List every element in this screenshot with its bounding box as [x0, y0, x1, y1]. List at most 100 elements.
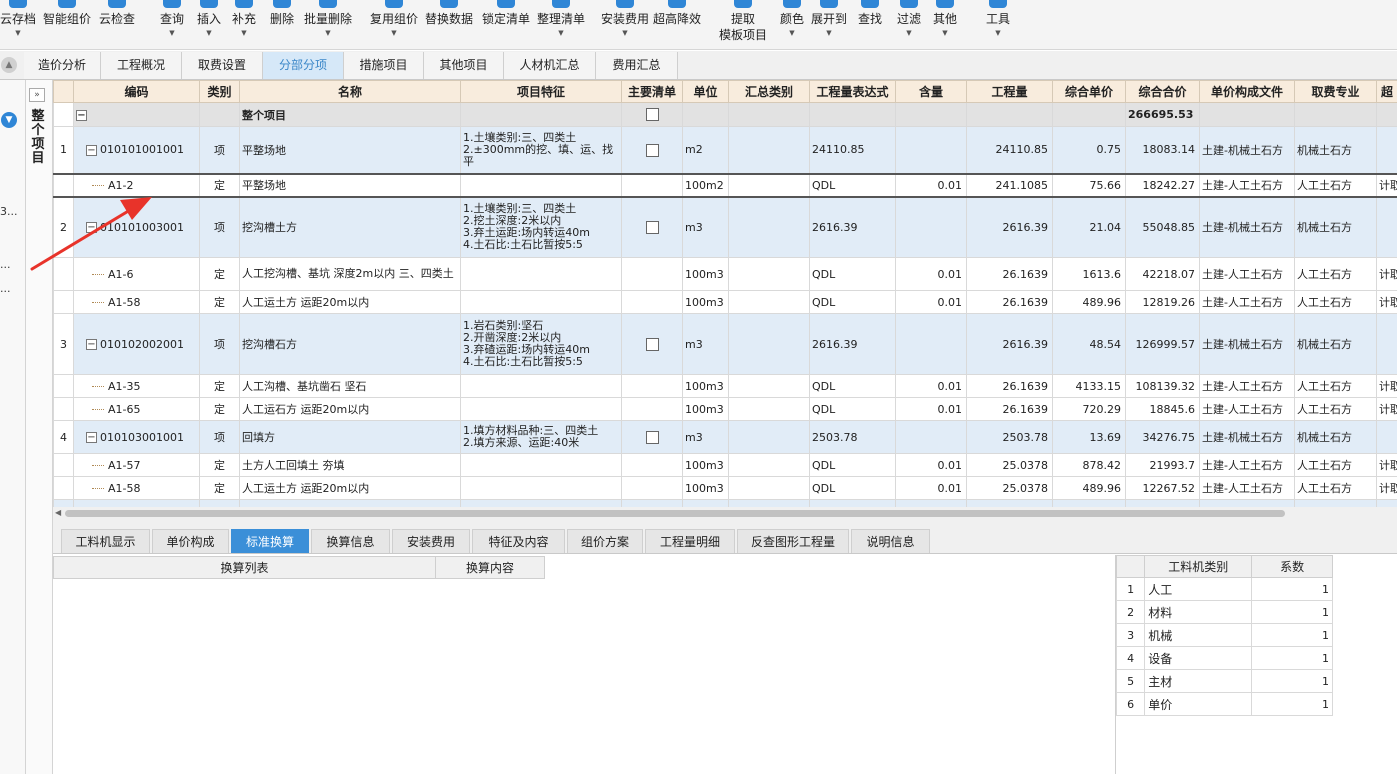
feature-cell[interactable]: [460, 374, 622, 398]
name-cell[interactable]: 回填方: [239, 420, 461, 454]
toolbar-button-3[interactable]: 查询 ▼: [158, 0, 186, 50]
price-cell[interactable]: 720.29: [1052, 397, 1126, 421]
name-cell[interactable]: 挖沟槽石方: [239, 313, 461, 375]
feature-cell[interactable]: [460, 257, 622, 291]
quota-row[interactable]: A1-2 定平整场地 100m2 QDL 0.01 241.1085 75.66 18242.…: [53, 172, 1397, 198]
detail-tab-1[interactable]: 单价构成: [152, 529, 229, 553]
tab-0[interactable]: 造价分析: [24, 52, 101, 79]
total-cell[interactable]: 12267.52: [1125, 476, 1200, 500]
column-header-5[interactable]: 单位: [682, 80, 729, 103]
quota-row[interactable]: A1-6 定人工挖沟槽、基坑 深度2m以内 三、四类土 100m3 QDL 0.01 26…: [53, 257, 1397, 291]
column-header-12[interactable]: 单价构成文件: [1199, 80, 1295, 103]
factor-category[interactable]: 单价: [1144, 692, 1253, 716]
name-cell[interactable]: 平整场地: [239, 126, 461, 174]
content-cell[interactable]: 0.01: [895, 172, 967, 198]
main-list-cell[interactable]: [621, 172, 683, 198]
root-row[interactable]: − 整个项目 266695.53: [53, 102, 1397, 127]
factor-row[interactable]: 3 机械 1: [1115, 623, 1333, 647]
down-arrow-icon[interactable]: ▼: [1, 112, 17, 128]
detail-tab-9[interactable]: 说明信息: [851, 529, 930, 553]
extra-cell[interactable]: 计取: [1376, 172, 1397, 198]
content-cell[interactable]: [895, 313, 967, 375]
price-cell[interactable]: 0.75: [1052, 126, 1126, 174]
main-list-cell[interactable]: [621, 126, 683, 174]
category-cell[interactable]: 定: [199, 374, 240, 398]
detail-tab-3[interactable]: 换算信息: [311, 529, 390, 553]
toolbar-button-5[interactable]: 补充 ▼: [230, 0, 258, 50]
content-cell[interactable]: [895, 196, 967, 258]
column-header-1[interactable]: 类别: [199, 80, 240, 103]
collapse-minus-icon[interactable]: −: [86, 339, 97, 350]
major-cell[interactable]: 人工土石方: [1294, 172, 1377, 198]
dropdown-caret-icon[interactable]: ▼: [558, 29, 563, 37]
total-cell[interactable]: 266695.53: [1125, 102, 1200, 127]
extra-cell[interactable]: [1376, 196, 1397, 258]
extra-cell[interactable]: [1376, 313, 1397, 375]
horizontal-scrollbar[interactable]: ◀: [53, 507, 1397, 520]
code-cell[interactable]: A1-57: [73, 453, 200, 477]
price-cell[interactable]: 75.66: [1052, 172, 1126, 198]
column-header-7[interactable]: 工程量表达式: [809, 80, 896, 103]
file-cell[interactable]: 土建-机械土石方: [1199, 313, 1295, 375]
extra-cell[interactable]: 计取: [1376, 257, 1397, 291]
main-list-checkbox[interactable]: [645, 337, 659, 351]
main-list-cell[interactable]: [621, 196, 683, 258]
column-header-11[interactable]: 综合合价: [1125, 80, 1200, 103]
toolbar-button-14[interactable]: 提取 模板项目: [719, 0, 767, 50]
detail-tab-7[interactable]: 工程量明细: [645, 529, 735, 553]
tab-7[interactable]: 费用汇总: [596, 52, 678, 79]
extra-cell[interactable]: 计取: [1376, 453, 1397, 477]
toolbar-button-12[interactable]: 安装费用 ▼: [600, 0, 650, 50]
project-tree-label[interactable]: 整个项目: [29, 110, 47, 166]
qty-cell[interactable]: 25.0378: [966, 453, 1053, 477]
extra-cell[interactable]: 计取: [1376, 397, 1397, 421]
extra-cell[interactable]: 计取: [1376, 290, 1397, 314]
toolbar-button-17[interactable]: 查找: [856, 0, 884, 50]
toolbar-button-9[interactable]: 替换数据: [423, 0, 475, 50]
qty-cell[interactable]: 24110.85: [966, 126, 1053, 174]
major-cell[interactable]: 人工土石方: [1294, 290, 1377, 314]
expr-cell[interactable]: QDL: [809, 172, 896, 198]
main-list-cell[interactable]: [621, 476, 683, 500]
factor-category[interactable]: 人工: [1144, 577, 1253, 601]
name-cell[interactable]: 人工运土方 运距20m以内: [239, 290, 461, 314]
file-cell[interactable]: 土建-机械土石方: [1199, 420, 1295, 454]
dropdown-caret-icon[interactable]: ▼: [15, 29, 20, 37]
unit-cell[interactable]: 100m3: [682, 257, 729, 291]
dropdown-caret-icon[interactable]: ▼: [942, 29, 947, 37]
quota-row[interactable]: A1-57 定土方人工回填土 夯填 100m3 QDL 0.01 25.0378 878.4…: [53, 453, 1397, 477]
feature-cell[interactable]: [460, 397, 622, 421]
content-cell[interactable]: 0.01: [895, 476, 967, 500]
major-cell[interactable]: 人工土石方: [1294, 476, 1377, 500]
total-cell[interactable]: 108139.32: [1125, 374, 1200, 398]
qty-cell[interactable]: 26.1639: [966, 257, 1053, 291]
collapse-minus-icon[interactable]: −: [86, 432, 97, 443]
major-cell[interactable]: 人工土石方: [1294, 374, 1377, 398]
detail-tab-8[interactable]: 反查图形工程量: [737, 529, 849, 553]
code-cell[interactable]: −010103001001: [73, 420, 200, 454]
sumcat-cell[interactable]: [728, 397, 810, 421]
toolbar-button-11[interactable]: 整理清单 ▼: [535, 0, 587, 50]
expr-cell[interactable]: QDL: [809, 397, 896, 421]
price-cell[interactable]: 878.42: [1052, 453, 1126, 477]
total-cell[interactable]: 42218.07: [1125, 257, 1200, 291]
feature-cell[interactable]: [460, 476, 622, 500]
factor-value[interactable]: 1: [1251, 623, 1333, 647]
empty-cell[interactable]: [460, 499, 622, 507]
left-nav-item[interactable]: 3...: [0, 205, 18, 218]
empty-cell[interactable]: [1294, 499, 1377, 507]
unit-cell[interactable]: 100m3: [682, 453, 729, 477]
toolbar-button-13[interactable]: 超高降效: [652, 0, 702, 50]
major-cell[interactable]: 机械土石方: [1294, 313, 1377, 375]
name-cell[interactable]: 整个项目: [239, 102, 461, 127]
unit-cell[interactable]: m3: [682, 313, 729, 375]
tab-2[interactable]: 取费设置: [182, 52, 263, 79]
factor-category[interactable]: 主材: [1144, 669, 1253, 693]
scroll-left-icon[interactable]: ◀: [55, 508, 61, 517]
unit-cell[interactable]: 100m3: [682, 476, 729, 500]
detail-tab-0[interactable]: 工料机显示: [61, 529, 150, 553]
unit-cell[interactable]: 100m3: [682, 290, 729, 314]
bill-item-row[interactable]: 3−010102002001 项挖沟槽石方 1.岩石类别:坚石 2.开凿深度:2米以…: [53, 313, 1397, 375]
toolbar-button-8[interactable]: 复用组价 ▼: [369, 0, 419, 50]
main-list-cell[interactable]: [621, 420, 683, 454]
